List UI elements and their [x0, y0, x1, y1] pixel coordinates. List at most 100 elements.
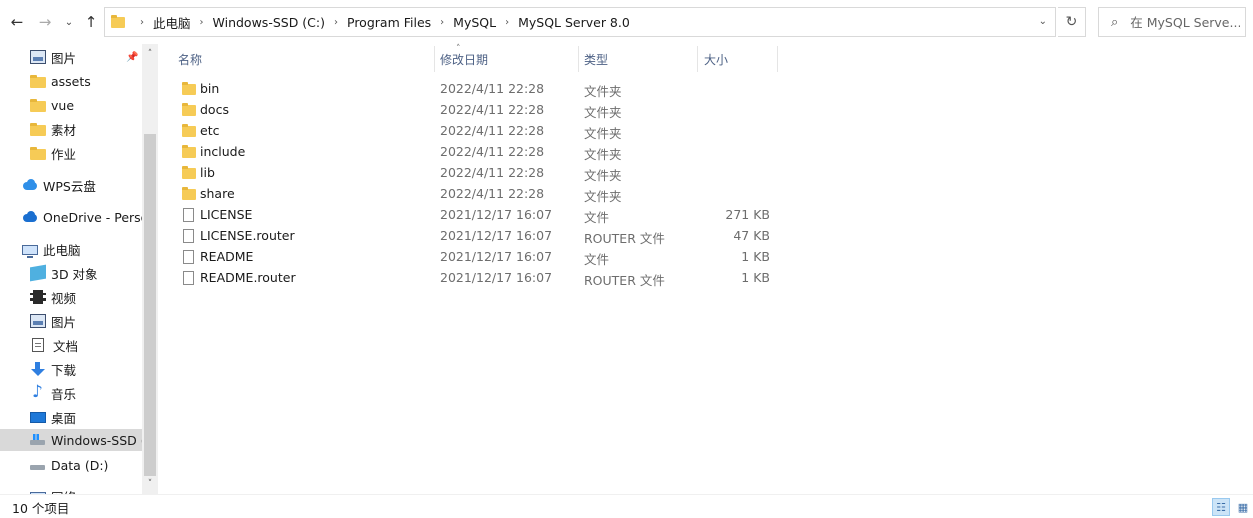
nav-item-videos[interactable]: 视频	[0, 286, 142, 308]
column-header-label: 名称	[178, 52, 203, 67]
file-name: docs	[200, 102, 229, 117]
column-header-type[interactable]: 类型	[564, 46, 684, 72]
nav-item-3d-objects[interactable]: 3D 对象	[0, 262, 142, 284]
nav-item-label: 下载	[51, 362, 77, 378]
up-button[interactable]: ↑	[82, 12, 100, 32]
breadcrumb-separator-icon[interactable]: ›	[140, 17, 144, 28]
search-icon: ⌕	[1111, 14, 1119, 30]
file-type: ROUTER 文件	[584, 231, 665, 246]
nav-item-label: WPS云盘	[43, 178, 96, 194]
nav-item-documents[interactable]: 文档	[0, 334, 142, 356]
file-row-lib[interactable]: lib 2022/4/11 22:28 文件夹	[176, 162, 776, 183]
item-count: 10 个项目	[12, 501, 70, 516]
scroll-down-icon[interactable]: ˅	[142, 476, 158, 492]
back-arrow-icon: ←	[10, 13, 24, 31]
breadcrumb-item-this-pc[interactable]: 此电脑	[153, 13, 191, 32]
file-type: 文件夹	[584, 126, 622, 141]
nav-item-assets[interactable]: assets	[0, 70, 142, 92]
file-size: 1 KB	[741, 270, 770, 285]
nav-item-music[interactable]: 音乐	[0, 382, 142, 404]
column-header-name[interactable]: 名称	[158, 46, 434, 72]
nav-item-label: 图片	[51, 50, 77, 66]
file-type: 文件夹	[584, 168, 622, 183]
nav-item-wps-cloud[interactable]: WPS云盘	[0, 174, 142, 196]
breadcrumb-item-program-files[interactable]: Program Files	[347, 15, 431, 30]
search-input[interactable]	[1130, 14, 1241, 30]
file-icon	[183, 271, 194, 285]
address-bar[interactable]: › 此电脑 › Windows-SSD (C:) › Program Files…	[104, 7, 1056, 37]
file-date: 2022/4/11 22:28	[440, 144, 545, 159]
file-row-etc[interactable]: etc 2022/4/11 22:28 文件夹	[176, 120, 776, 141]
address-toolbar: ← → ⌄ ↑ › 此电脑 › Windows-SSD (C:) › Progr…	[0, 0, 1253, 44]
forward-button[interactable]: →	[36, 12, 54, 32]
nav-item-pictures-quick[interactable]: 图片	[0, 46, 142, 68]
file-date: 2021/12/17 16:07	[440, 270, 553, 285]
downloads-icon	[30, 362, 46, 376]
nav-item-windows-ssd[interactable]: Windows-SSD (	[0, 429, 158, 451]
music-icon	[30, 382, 46, 402]
nav-item-vue[interactable]: vue	[0, 94, 142, 116]
nav-item-zuoye[interactable]: 作业	[0, 142, 142, 164]
drive-icon	[30, 458, 46, 472]
file-date: 2021/12/17 16:07	[440, 228, 553, 243]
nav-item-pictures[interactable]: 图片	[0, 310, 142, 332]
scrollbar-thumb[interactable]	[144, 134, 156, 476]
breadcrumb-item-mysql-server[interactable]: MySQL Server 8.0	[518, 15, 630, 30]
column-header-size[interactable]: 大小	[684, 46, 776, 72]
file-type: 文件夹	[584, 105, 622, 120]
file-size: 47 KB	[733, 228, 770, 243]
column-header-date[interactable]: 修改日期	[420, 46, 564, 72]
nav-item-sucai[interactable]: 素材	[0, 118, 142, 140]
nav-item-onedrive[interactable]: OneDrive - Perso	[0, 206, 142, 228]
details-view-button[interactable]: ☷	[1212, 498, 1230, 516]
nav-item-network[interactable]: 网络	[0, 485, 142, 494]
videos-icon	[30, 290, 46, 304]
file-size: 1 KB	[741, 249, 770, 264]
file-row-docs[interactable]: docs 2022/4/11 22:28 文件夹	[176, 99, 776, 120]
column-divider[interactable]	[777, 46, 778, 72]
navigation-pane: 📌 图片 assets vue 素材 作业 WPS云盘 OneDrive - P…	[0, 44, 158, 494]
nav-item-data-drive[interactable]: Data (D:)	[0, 454, 142, 476]
folder-icon	[30, 147, 46, 160]
back-button[interactable]: ←	[8, 12, 26, 32]
nav-item-label: Data (D:)	[51, 457, 109, 473]
file-list: ˄ 名称 修改日期 类型 大小 bin 2022/4/11 22:28 文件夹 …	[158, 44, 1253, 494]
file-type: 文件夹	[584, 147, 622, 162]
address-dropdown-icon[interactable]: ⌄	[1039, 16, 1047, 27]
file-row-include[interactable]: include 2022/4/11 22:28 文件夹	[176, 141, 776, 162]
file-type: 文件夹	[584, 189, 622, 204]
breadcrumb-separator-icon[interactable]: ›	[200, 17, 204, 28]
refresh-button[interactable]: ↻	[1058, 7, 1086, 37]
file-row-readme-router[interactable]: README.router 2021/12/17 16:07 ROUTER 文件…	[176, 267, 776, 288]
nav-item-downloads[interactable]: 下载	[0, 358, 142, 380]
scroll-up-icon[interactable]: ˄	[142, 46, 158, 62]
large-icons-view-icon: ▦	[1237, 500, 1249, 514]
navigation-pane-scrollbar[interactable]: ˄ ˅	[142, 44, 158, 494]
folder-icon	[111, 14, 125, 28]
folder-icon	[30, 123, 46, 136]
recent-locations-button[interactable]: ⌄	[62, 12, 76, 32]
file-date: 2021/12/17 16:07	[440, 249, 553, 264]
file-row-license-router[interactable]: LICENSE.router 2021/12/17 16:07 ROUTER 文…	[176, 225, 776, 246]
file-row-share[interactable]: share 2022/4/11 22:28 文件夹	[176, 183, 776, 204]
file-row-license[interactable]: LICENSE 2021/12/17 16:07 文件 271 KB	[176, 204, 776, 225]
nav-item-label: 音乐	[51, 386, 77, 402]
file-row-bin[interactable]: bin 2022/4/11 22:28 文件夹	[176, 78, 776, 99]
nav-item-desktop[interactable]: 桌面	[0, 406, 142, 428]
search-box[interactable]: ⌕	[1098, 7, 1246, 37]
breadcrumb-separator-icon[interactable]: ›	[440, 17, 444, 28]
file-icon	[183, 250, 194, 264]
file-type: 文件	[584, 252, 610, 267]
folder-icon	[182, 187, 196, 200]
nav-item-label: 此电脑	[43, 242, 81, 258]
breadcrumb-separator-icon[interactable]: ›	[505, 17, 509, 28]
file-type: 文件夹	[584, 84, 622, 99]
breadcrumb-item-mysql[interactable]: MySQL	[453, 15, 496, 30]
nav-item-this-pc[interactable]: 此电脑	[0, 238, 142, 260]
breadcrumb-separator-icon[interactable]: ›	[334, 17, 338, 28]
breadcrumb-item-windows-ssd[interactable]: Windows-SSD (C:)	[213, 15, 325, 30]
file-row-readme[interactable]: README 2021/12/17 16:07 文件 1 KB	[176, 246, 776, 267]
file-date: 2022/4/11 22:28	[440, 123, 545, 138]
large-icons-view-button[interactable]: ▦	[1234, 498, 1252, 516]
file-size: 271 KB	[725, 207, 770, 222]
